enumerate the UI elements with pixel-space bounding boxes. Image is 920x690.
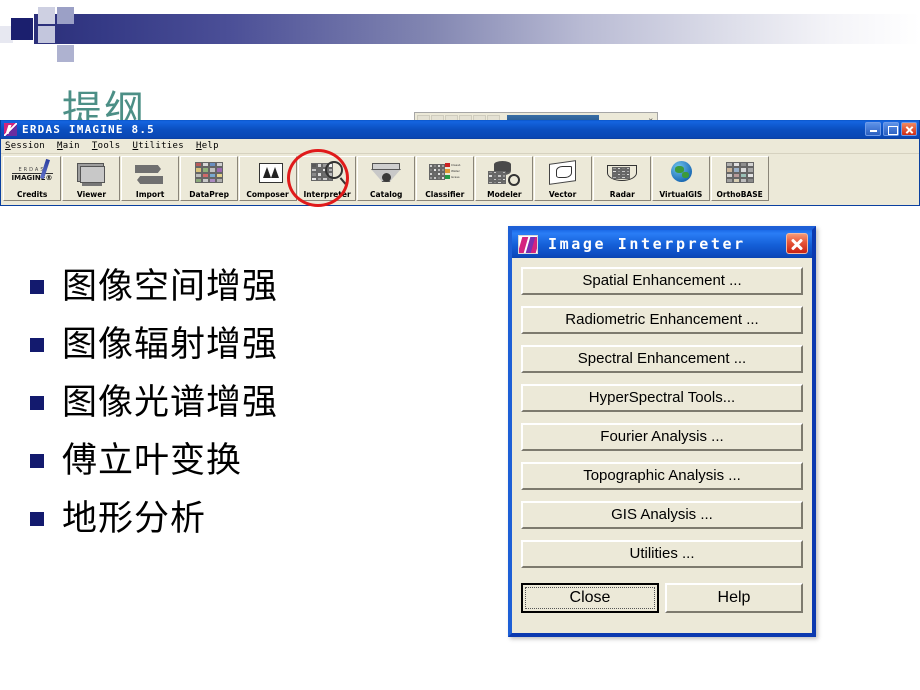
list-item: 图像光谱增强 (30, 374, 460, 432)
bullet-list: 图像空间增强 图像辐射增强 图像光谱增强 傅立叶变换 地形分析 (30, 258, 460, 548)
spatial-enhancement-button[interactable]: Spatial Enhancement ... (521, 267, 803, 295)
window-title: ERDAS IMAGINE 8.5 (22, 123, 155, 136)
list-item: 地形分析 (30, 490, 460, 548)
catalog-funnel-icon (369, 159, 403, 189)
help-button[interactable]: Help (665, 583, 803, 613)
modeler-stack-icon (487, 159, 521, 189)
topographic-analysis-button[interactable]: Topographic Analysis ... (521, 462, 803, 490)
toolbar-button-label: Vector (549, 190, 577, 199)
list-item: 图像空间增强 (30, 258, 460, 316)
list-item-label: 地形分析 (62, 498, 207, 539)
minimize-icon[interactable] (865, 122, 881, 136)
toolbar-button-classifier[interactable]: Class1 Water Grass Classifier (416, 156, 474, 201)
erdas-imagine-logo-icon (4, 123, 17, 136)
square-bullet-icon (30, 280, 44, 294)
toolbar-button-virtualgis[interactable]: VirtualGIS (652, 156, 710, 201)
list-item-label: 傅立叶变换 (62, 440, 243, 481)
toolbar-button-label: Composer (246, 190, 290, 199)
toolbar-button-label: Radar (609, 190, 635, 199)
square-bullet-icon (30, 454, 44, 468)
window-controls[interactable] (865, 122, 917, 136)
toolbar-button-label: Viewer (76, 190, 106, 199)
list-item-label: 图像空间增强 (62, 266, 279, 307)
viewer-monitor-icon (74, 159, 108, 189)
toolbar-button-modeler[interactable]: Modeler (475, 156, 533, 201)
square-bullet-icon (30, 338, 44, 352)
composer-map-icon (251, 159, 285, 189)
fourier-analysis-button[interactable]: Fourier Analysis ... (521, 423, 803, 451)
erdas-credits-icon: ERDAS IMAGINE® (11, 158, 53, 189)
toolbar-button-label: Credits (16, 190, 48, 199)
radiometric-enhancement-button[interactable]: Radiometric Enhancement ... (521, 306, 803, 334)
toolbar-button-label: Catalog (369, 190, 403, 199)
toolbar-button-label: Classifier (425, 190, 465, 199)
menu-item-utilities[interactable]: Utilities (133, 141, 184, 151)
toolbar-button-composer[interactable]: Composer (239, 156, 297, 201)
square-bullet-icon (30, 512, 44, 526)
toolbar-button-interpreter[interactable]: Interpreter (298, 156, 356, 201)
banner-square-light-2 (38, 26, 55, 43)
erdas-title-bar[interactable]: ERDAS IMAGINE 8.5 (1, 120, 919, 139)
toolbar-button-radar[interactable]: Radar (593, 156, 651, 201)
list-item-label: 图像辐射增强 (62, 324, 279, 365)
erdas-imagine-window: ERDAS IMAGINE 8.5 Session Main Tools Uti… (0, 120, 920, 207)
menu-item-help[interactable]: Help (196, 141, 219, 151)
maximize-icon[interactable] (883, 122, 899, 136)
toolbar-button-label: DataPrep (189, 190, 229, 199)
toolbar-button-import[interactable]: Import (121, 156, 179, 201)
import-arrows-icon (133, 159, 167, 189)
banner-square-dark (11, 18, 33, 40)
menu-item-session[interactable]: Session (5, 141, 45, 151)
imagine-logo-icon (518, 234, 538, 254)
toolbar-button-orthobase[interactable]: OrthoBASE (711, 156, 769, 201)
orthobase-grid-icon (723, 159, 757, 189)
interpreter-magnifier-icon (310, 159, 347, 189)
toolbar-button-label: Modeler (486, 190, 522, 199)
close-button[interactable]: Close (521, 583, 659, 613)
classifier-legend-icon: Class1 Water Grass (428, 159, 462, 189)
close-icon[interactable] (901, 122, 917, 136)
menu-item-tools[interactable]: Tools (92, 141, 121, 151)
toolbar-button-viewer[interactable]: Viewer (62, 156, 120, 201)
radar-fan-icon (605, 159, 639, 189)
menu-bar[interactable]: Session Main Tools Utilities Help (1, 139, 919, 154)
globe-icon (664, 159, 698, 189)
gis-analysis-button[interactable]: GIS Analysis ... (521, 501, 803, 529)
dataprep-grid-icon (192, 159, 226, 189)
image-interpreter-dialog: Image Interpreter Spatial Enhancement ..… (508, 226, 816, 637)
list-item: 图像辐射增强 (30, 316, 460, 374)
toolbar-button-catalog[interactable]: Catalog (357, 156, 415, 201)
dialog-title: Image Interpreter (548, 235, 746, 253)
banner-gradient-bar (34, 14, 920, 44)
vector-polygon-icon (546, 159, 580, 189)
dialog-button-list: Spatial Enhancement ... Radiometric Enha… (512, 258, 812, 568)
close-icon[interactable] (786, 233, 808, 254)
square-bullet-icon (30, 396, 44, 410)
toolbar-button-label: Interpreter (303, 190, 351, 199)
toolbar-button-label: VirtualGIS (659, 190, 703, 199)
main-toolbar: ERDAS IMAGINE® Credits Viewer Import Dat… (1, 149, 919, 207)
banner-square-mid (57, 7, 74, 24)
toolbar-button-vector[interactable]: Vector (534, 156, 592, 201)
presentation-slide: 提纲 图像空间增强 图像辐射增强 图像光谱增强 傅立叶变换 地形分析 ERDAS… (0, 0, 920, 690)
toolbar-button-label: OrthoBASE (716, 190, 764, 199)
toolbar-button-dataprep[interactable]: DataPrep (180, 156, 238, 201)
banner-square-light-1 (38, 7, 55, 24)
menu-item-main[interactable]: Main (57, 141, 80, 151)
list-item: 傅立叶变换 (30, 432, 460, 490)
dialog-title-bar[interactable]: Image Interpreter (512, 230, 812, 258)
list-item-label: 图像光谱增强 (62, 382, 279, 423)
toolbar-button-label: Import (135, 190, 165, 199)
spectral-enhancement-button[interactable]: Spectral Enhancement ... (521, 345, 803, 373)
close-button-label: Close (525, 587, 655, 609)
hyperspectral-tools-button[interactable]: HyperSpectral Tools... (521, 384, 803, 412)
banner-square-low (57, 45, 74, 62)
utilities-button[interactable]: Utilities ... (521, 540, 803, 568)
toolbar-button-credits[interactable]: ERDAS IMAGINE® Credits (3, 156, 61, 201)
dialog-footer: Close Help (512, 579, 812, 613)
